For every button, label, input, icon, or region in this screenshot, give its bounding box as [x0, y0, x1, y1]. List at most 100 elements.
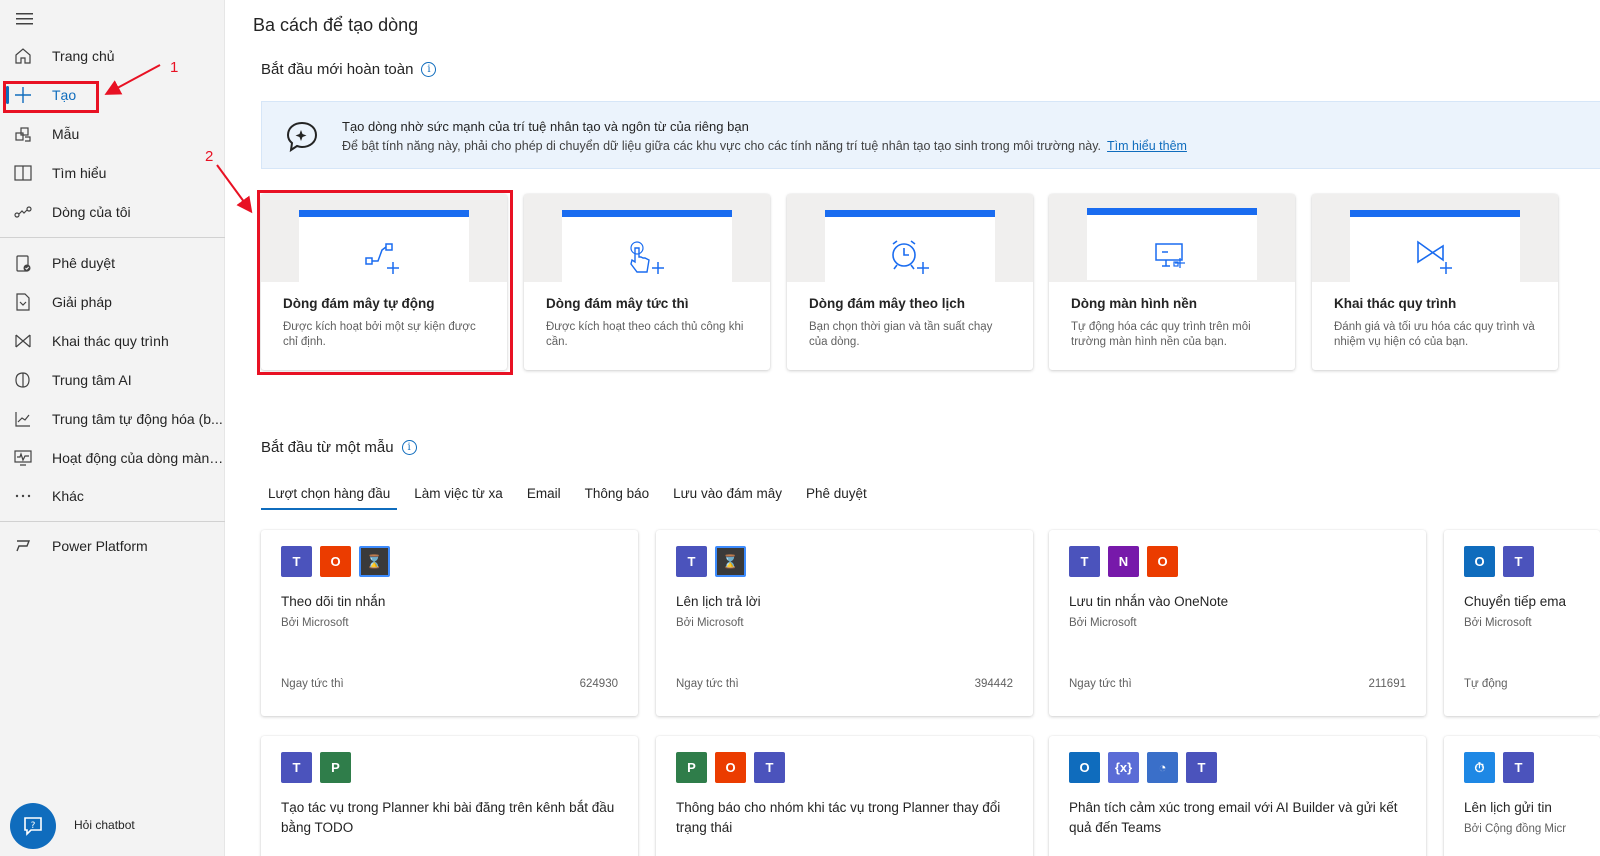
nav-item-label: Trung tâm AI [52, 372, 132, 388]
banner-text: Để bật tính năng này, phải cho phép di c… [342, 139, 1187, 153]
nav-separator [0, 237, 225, 238]
card-art [1049, 194, 1295, 282]
variable-icon: {x} [1108, 752, 1139, 783]
template-trigger-type: Tự động [1464, 678, 1508, 690]
desktop-flow-card[interactable]: Dòng màn hình nền Tự động hóa các quy tr… [1049, 194, 1295, 370]
chatbot-button[interactable]: ? [10, 803, 56, 849]
flow-card-title: Dòng đám mây theo lịch [809, 296, 966, 311]
template-usage-count: 211691 [1368, 678, 1406, 690]
nav-item-label: Trung tâm tự động hóa (b... [52, 411, 223, 427]
template-card[interactable]: T N O Lưu tin nhắn vào OneNote Bởi Micro… [1049, 530, 1426, 716]
nav-item-learn[interactable]: Tìm hiểu [0, 155, 225, 191]
template-author: Bởi Microsoft [1464, 617, 1532, 629]
alarm-clock-icon [892, 240, 929, 274]
info-icon[interactable]: i [401, 440, 417, 455]
flow-card-desc: Tự động hóa các quy trình trên môi trườn… [1071, 321, 1251, 348]
tab-email[interactable]: Email [520, 480, 568, 510]
svg-text:?: ? [31, 821, 36, 831]
clock-icon: ⏱ [1464, 752, 1495, 783]
teams-icon: T [1069, 546, 1100, 577]
tab-approvals[interactable]: Phê duyệt [799, 480, 874, 510]
template-card[interactable]: P O T Thông báo cho nhóm khi tác vụ tron… [656, 736, 1033, 856]
template-title: Theo dõi tin nhắn [281, 594, 386, 609]
nav-item-power-platform[interactable]: Power Platform [0, 528, 225, 564]
template-trigger-type: Ngay tức thì [676, 678, 739, 690]
tab-remote-work[interactable]: Làm việc từ xa [407, 480, 510, 510]
nav-item-my-flows[interactable]: Dòng của tôi [0, 194, 225, 230]
nav-item-desktop-flow-activity[interactable]: Hoạt động của dòng màn ... [0, 440, 225, 476]
instant-flow-icon [630, 241, 664, 274]
template-card[interactable]: T ⌛ Lên lịch trả lời Bởi Microsoft Ngay … [656, 530, 1033, 716]
banner-title: Tạo dòng nhờ sức mạnh của trí tuệ nhân t… [342, 119, 749, 134]
monitor-activity-icon [14, 450, 32, 466]
info-icon[interactable]: i [421, 62, 437, 77]
scheduled-cloud-flow-card[interactable]: Dòng đám mây theo lịch Bạn chọn thời gia… [787, 194, 1033, 370]
template-card[interactable]: T P Tạo tác vụ trong Planner khi bài đăn… [261, 736, 638, 856]
template-trigger-type: Ngay tức thì [1069, 678, 1132, 690]
flow-card-desc: Được kích hoạt theo cách thủ công khi cầ… [546, 321, 744, 348]
template-title: Tạo tác vụ trong Planner khi bài đăng tr… [281, 800, 615, 835]
nav-item-label: Phê duyệt [52, 255, 116, 271]
nav-item-label: Khai thác quy trình [52, 333, 169, 349]
flow-card-title: Dòng màn hình nền [1071, 296, 1197, 311]
template-author: Bởi Microsoft [1069, 617, 1137, 629]
tab-save-to-cloud[interactable]: Lưu vào đám mây [666, 480, 789, 510]
card-art [524, 194, 770, 282]
chatbot-label: Hỏi chatbot [74, 818, 135, 832]
delay-icon: ⌛ [715, 546, 746, 577]
nav-separator [0, 521, 225, 522]
tab-notifications[interactable]: Thông báo [578, 480, 657, 510]
template-usage-count: 624930 [579, 678, 618, 690]
template-card[interactable]: O {x} ◔ T Phân tích cảm xúc trong email … [1049, 736, 1426, 856]
solutions-icon [16, 293, 30, 311]
nav-item-solutions[interactable]: Giải pháp [0, 284, 225, 320]
ai-brain-icon [15, 372, 30, 388]
template-title: Chuyển tiếp ema [1464, 594, 1567, 609]
template-title: Lên lịch gửi tin [1464, 800, 1552, 815]
template-category-tabs: Lượt chọn hàng đầu Làm việc từ xa Email … [261, 480, 884, 510]
teams-icon: T [281, 546, 312, 577]
annotation-number-1: 1 [170, 59, 179, 76]
nav-item-process-mining[interactable]: Khai thác quy trình [0, 323, 225, 359]
nav-item-label: Power Platform [52, 538, 148, 554]
template-title: Lên lịch trả lời [676, 594, 761, 609]
nav-item-automation-center[interactable]: Trung tâm tự động hóa (b... [0, 401, 225, 437]
book-icon [14, 165, 32, 181]
nav-item-more[interactable]: Khác [0, 478, 225, 514]
flow-card-title: Khai thác quy trình [1334, 296, 1457, 311]
flow-card-desc: Bạn chọn thời gian và tần suất chạy của … [809, 321, 993, 348]
nav-item-home[interactable]: Trang chủ [0, 38, 225, 74]
template-card[interactable]: T O ⌛ Theo dõi tin nhắn Bởi Microsoft Ng… [261, 530, 638, 716]
instant-cloud-flow-card[interactable]: Dòng đám mây tức thì Được kích hoạt theo… [524, 194, 770, 370]
chat-sparkle-icon [286, 121, 318, 153]
annotation-highlight-automated-flow [257, 190, 513, 375]
section-start-from-blank: Bắt đầu mới hoàn toàn i [261, 61, 437, 78]
nav-item-label: Dòng của tôi [52, 204, 131, 220]
office-icon: O [715, 752, 746, 783]
nav-item-label: Mẫu [52, 126, 80, 142]
nav-item-label: Giải pháp [52, 294, 112, 310]
nav-item-approvals[interactable]: Phê duyệt [0, 245, 225, 281]
teams-icon: T [1503, 546, 1534, 577]
nav-item-label: Hoạt động của dòng màn ... [52, 450, 224, 466]
home-icon [15, 48, 31, 64]
learn-more-link[interactable]: Tìm hiểu thêm [1107, 139, 1187, 153]
flow-icon [14, 206, 32, 218]
templates-icon [15, 127, 31, 142]
annotation-number-2: 2 [205, 148, 214, 165]
process-mining-card[interactable]: Khai thác quy trình Đánh giá và tối ưu h… [1312, 194, 1558, 370]
template-author: Bởi Microsoft [281, 617, 349, 629]
nav-item-templates[interactable]: Mẫu [0, 116, 225, 152]
hamburger-menu-icon[interactable] [14, 9, 36, 29]
office-icon: O [1147, 546, 1178, 577]
teams-icon: T [754, 752, 785, 783]
template-card[interactable]: O T Chuyển tiếp ema Bởi Microsoft Tự độn… [1444, 530, 1600, 716]
nav-item-ai-hub[interactable]: Trung tâm AI [0, 362, 225, 398]
nav-item-label: Trang chủ [52, 48, 115, 64]
ai-builder-icon: ◔ [1147, 752, 1178, 783]
card-art [1312, 194, 1558, 282]
template-card[interactable]: ⏱ T Lên lịch gửi tin Bởi Cộng đồng Micr [1444, 736, 1600, 856]
template-author: Bởi Microsoft [676, 617, 744, 629]
template-author: Bởi Cộng đồng Micr [1464, 823, 1567, 835]
tab-top-picks[interactable]: Lượt chọn hàng đầu [261, 480, 398, 510]
